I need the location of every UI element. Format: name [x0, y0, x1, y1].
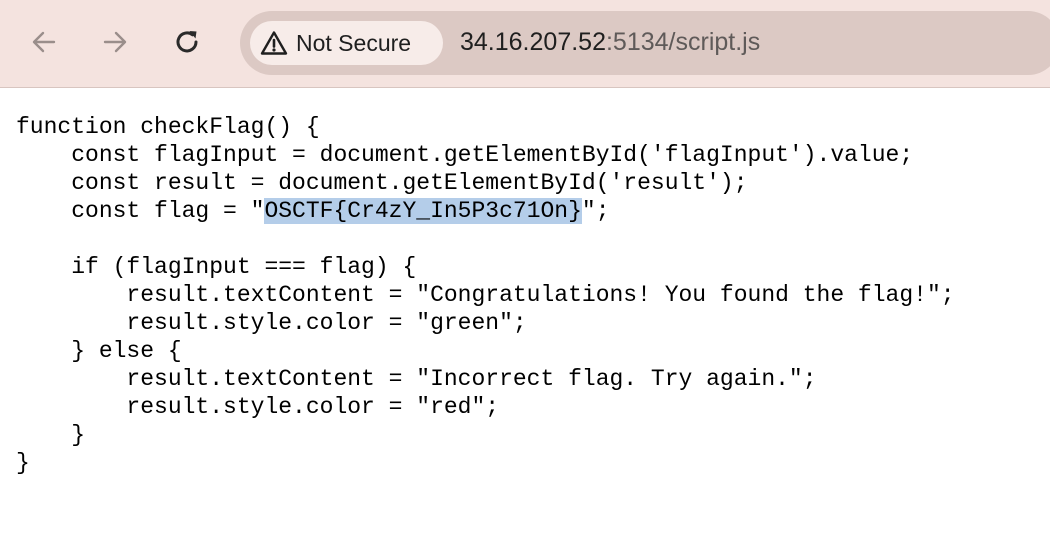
security-label: Not Secure — [296, 29, 412, 56]
arrow-right-icon — [103, 31, 127, 53]
code-line: } — [16, 450, 30, 476]
url-text[interactable]: 34.16.207.52:5134/script.js — [460, 26, 760, 58]
back-button[interactable] — [24, 22, 64, 62]
code-line: } else { — [16, 338, 182, 364]
code-line: result.style.color = "red"; — [16, 394, 500, 420]
code-text: "; — [581, 198, 610, 224]
browser-toolbar: Not Secure 34.16.207.52:5134/script.js — [0, 0, 1050, 88]
url-host: 34.16.207.52 — [460, 28, 606, 56]
code-line: } — [16, 422, 86, 448]
address-bar[interactable]: Not Secure 34.16.207.52:5134/script.js — [240, 11, 1050, 75]
code-line: result.textContent = "Incorrect flag. Tr… — [16, 366, 817, 392]
arrow-left-icon — [32, 31, 56, 53]
reload-button[interactable] — [167, 22, 207, 62]
warning-triangle-icon — [260, 29, 288, 57]
code-line: const result = document.getElementById('… — [16, 170, 748, 196]
selected-flag-text: OSCTF{Cr4zY_In5P3c71On} — [264, 198, 582, 224]
code-line: result.textContent = "Congratulations! Y… — [16, 282, 955, 308]
security-chip[interactable]: Not Secure — [250, 21, 443, 65]
forward-button[interactable] — [95, 22, 135, 62]
reload-icon — [176, 31, 198, 53]
code-line: const flagInput = document.getElementByI… — [16, 142, 914, 168]
code-line-flag: const flag = "OSCTF{Cr4zY_In5P3c71On}"; — [16, 197, 955, 225]
code-line: if (flagInput === flag) { — [16, 254, 417, 280]
url-path: :5134/script.js — [605, 28, 761, 56]
source-code: function checkFlag() { const flagInput =… — [16, 113, 955, 477]
code-line: function checkFlag() { — [16, 114, 320, 140]
code-line: result.style.color = "green"; — [16, 310, 527, 336]
code-text: const flag = " — [16, 198, 265, 224]
